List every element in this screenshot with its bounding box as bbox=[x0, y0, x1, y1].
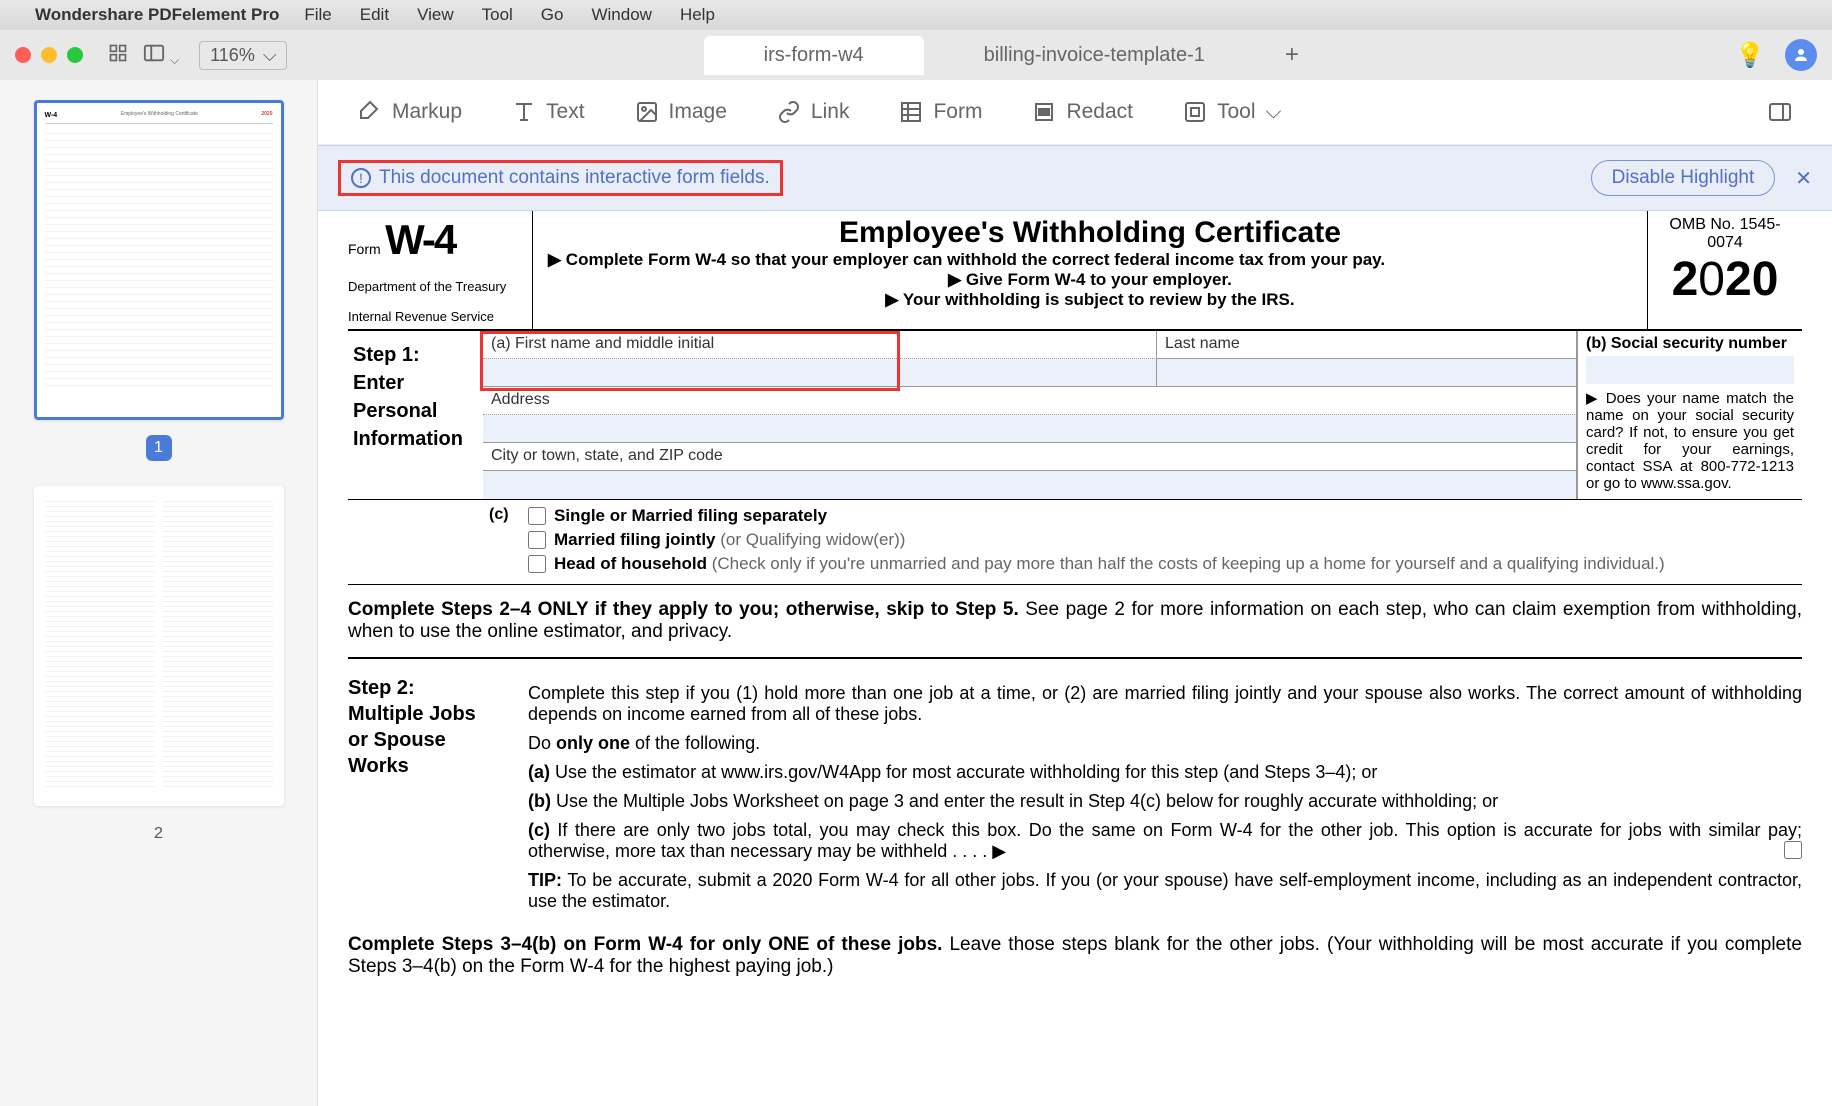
sidebar-toggle-icon[interactable]: ⌵ bbox=[143, 42, 179, 69]
city-label: City or town, state, and ZIP code bbox=[483, 443, 1577, 471]
form-prefix: Form bbox=[348, 241, 381, 257]
close-notification-button[interactable]: ✕ bbox=[1795, 166, 1812, 191]
form-fields-notification: ! This document contains interactive for… bbox=[318, 145, 1832, 211]
link-button[interactable]: Link bbox=[777, 100, 850, 124]
editing-toolbar: Markup Text Image Link Form Redact bbox=[318, 80, 1832, 145]
dept-treasury: Department of the Treasury bbox=[348, 279, 522, 294]
filing-c-label: (c) bbox=[483, 500, 528, 584]
form-year: 2020 bbox=[1658, 252, 1792, 307]
filing-single-checkbox[interactable] bbox=[528, 507, 546, 525]
maximize-window-button[interactable] bbox=[67, 47, 83, 63]
divider bbox=[348, 657, 1802, 659]
step2-doone: Do only one of the following. bbox=[528, 733, 1802, 754]
city-input[interactable] bbox=[483, 471, 1577, 499]
image-button[interactable]: Image bbox=[635, 100, 727, 124]
redact-button[interactable]: Redact bbox=[1032, 100, 1133, 124]
tab-irs-form-w4[interactable]: irs-form-w4 bbox=[704, 36, 924, 75]
bullet-3: ▶ Your withholding is subject to review … bbox=[548, 290, 1632, 310]
step2-option-c: (c) If there are only two jobs total, yo… bbox=[528, 820, 1802, 862]
address-input[interactable] bbox=[483, 415, 1577, 443]
link-label: Link bbox=[811, 100, 850, 124]
main-document-area: Markup Text Image Link Form Redact bbox=[318, 80, 1832, 1106]
form-title: Employee's Withholding Certificate bbox=[548, 216, 1632, 250]
complete-steps-34-text: Complete Steps 3–4(b) on Form W-4 for on… bbox=[348, 934, 1802, 978]
menu-view[interactable]: View bbox=[417, 5, 454, 25]
page-thumbnail-1[interactable]: W-4Employee's Withholding Certificate202… bbox=[34, 100, 284, 420]
page-thumbnail-2[interactable] bbox=[34, 486, 284, 806]
image-label: Image bbox=[669, 100, 727, 124]
info-icon: ! bbox=[351, 168, 371, 188]
redact-label: Redact bbox=[1066, 100, 1133, 124]
step2-intro: Complete this step if you (1) hold more … bbox=[528, 683, 1802, 725]
address-label: Address bbox=[483, 387, 1577, 415]
bullet-1: ▶ Complete Form W-4 so that your employe… bbox=[548, 250, 1632, 270]
notification-highlight: ! This document contains interactive for… bbox=[338, 160, 783, 196]
step1-label: Step 1:EnterPersonalInformation bbox=[348, 331, 483, 499]
page-number-2[interactable]: 2 bbox=[146, 821, 172, 847]
app-name[interactable]: Wondershare PDFelement Pro bbox=[35, 5, 279, 25]
chevron-down-icon: ⌵ bbox=[263, 45, 277, 66]
tool-dropdown-button[interactable]: Tool ⌵ bbox=[1183, 100, 1281, 124]
form-button[interactable]: Form bbox=[899, 100, 982, 124]
ssn-input[interactable] bbox=[1586, 356, 1794, 384]
form-label: Form bbox=[933, 100, 982, 124]
markup-button[interactable]: Markup bbox=[358, 100, 462, 124]
notification-message: This document contains interactive form … bbox=[379, 167, 770, 189]
window-titlebar: ⌵ 116% ⌵ irs-form-w4 billing-invoice-tem… bbox=[0, 30, 1832, 80]
document-viewport[interactable]: Form W-4 Department of the Treasury Inte… bbox=[318, 211, 1832, 1106]
menu-go[interactable]: Go bbox=[541, 5, 564, 25]
step2c-checkbox[interactable] bbox=[1784, 841, 1802, 859]
step2-label: Step 2:Multiple Jobsor SpouseWorks bbox=[348, 675, 528, 920]
tab-billing-invoice[interactable]: billing-invoice-template-1 bbox=[924, 36, 1265, 75]
zoom-selector[interactable]: 116% ⌵ bbox=[199, 41, 287, 70]
macos-menubar: Wondershare PDFelement Pro File Edit Vie… bbox=[0, 0, 1832, 30]
filing-hoh[interactable]: Head of household (Check only if you're … bbox=[528, 554, 1802, 574]
menu-edit[interactable]: Edit bbox=[360, 5, 389, 25]
tool-label: Tool bbox=[1217, 100, 1256, 124]
highlight-annotation-1 bbox=[480, 331, 900, 391]
last-name-label: Last name bbox=[1157, 331, 1577, 359]
ssn-label: (b) Social security number bbox=[1586, 335, 1794, 353]
menu-help[interactable]: Help bbox=[680, 5, 715, 25]
omb-number: OMB No. 1545-0074 bbox=[1658, 216, 1792, 252]
menu-file[interactable]: File bbox=[304, 5, 331, 25]
thumbnails-sidebar: W-4Employee's Withholding Certificate202… bbox=[0, 80, 318, 1106]
filing-married[interactable]: Married filing jointly (or Qualifying wi… bbox=[528, 530, 1802, 550]
name-match-notice: ▶ Does your name match the name on your … bbox=[1586, 389, 1794, 492]
menu-tool[interactable]: Tool bbox=[482, 5, 513, 25]
step2-tip: TIP: To be accurate, submit a 2020 Form … bbox=[528, 870, 1802, 912]
grid-view-icon[interactable] bbox=[108, 43, 128, 68]
filing-single[interactable]: Single or Married filing separately bbox=[528, 506, 1802, 526]
user-avatar[interactable] bbox=[1785, 39, 1817, 71]
dept-irs: Internal Revenue Service bbox=[348, 309, 522, 324]
text-button[interactable]: Text bbox=[512, 100, 585, 124]
last-name-input[interactable] bbox=[1157, 359, 1577, 387]
markup-label: Markup bbox=[392, 100, 462, 124]
bullet-2: ▶ Give Form W-4 to your employer. bbox=[548, 270, 1632, 290]
zoom-value: 116% bbox=[210, 45, 255, 66]
add-tab-button[interactable]: + bbox=[1265, 41, 1319, 69]
tips-icon[interactable]: 💡 bbox=[1735, 41, 1765, 70]
complete-steps-24-text: Complete Steps 2–4 ONLY if they apply to… bbox=[348, 599, 1802, 643]
minimize-window-button[interactable] bbox=[41, 47, 57, 63]
disable-highlight-button[interactable]: Disable Highlight bbox=[1591, 160, 1776, 196]
step2-option-b: (b) Use the Multiple Jobs Worksheet on p… bbox=[528, 791, 1802, 812]
filing-status-section: (c) Single or Married filing separately … bbox=[348, 500, 1802, 585]
step2-section: Step 2:Multiple Jobsor SpouseWorks Compl… bbox=[348, 675, 1802, 920]
close-window-button[interactable] bbox=[15, 47, 31, 63]
traffic-lights bbox=[15, 47, 83, 63]
text-label: Text bbox=[546, 100, 585, 124]
panel-toggle-button[interactable] bbox=[1768, 100, 1792, 124]
page-number-1[interactable]: 1 bbox=[146, 435, 172, 461]
filing-hoh-checkbox[interactable] bbox=[528, 555, 546, 573]
chevron-down-icon: ⌵ bbox=[1266, 100, 1282, 124]
step2-option-a: (a) Use the estimator at www.irs.gov/W4A… bbox=[528, 762, 1802, 783]
filing-married-checkbox[interactable] bbox=[528, 531, 546, 549]
form-code: W-4 bbox=[385, 216, 455, 263]
form-header: Form W-4 Department of the Treasury Inte… bbox=[348, 211, 1802, 331]
document-tabs: irs-form-w4 billing-invoice-template-1 + bbox=[287, 36, 1735, 75]
step1-section: Step 1:EnterPersonalInformation (a) Firs… bbox=[348, 331, 1802, 500]
menu-window[interactable]: Window bbox=[591, 5, 651, 25]
